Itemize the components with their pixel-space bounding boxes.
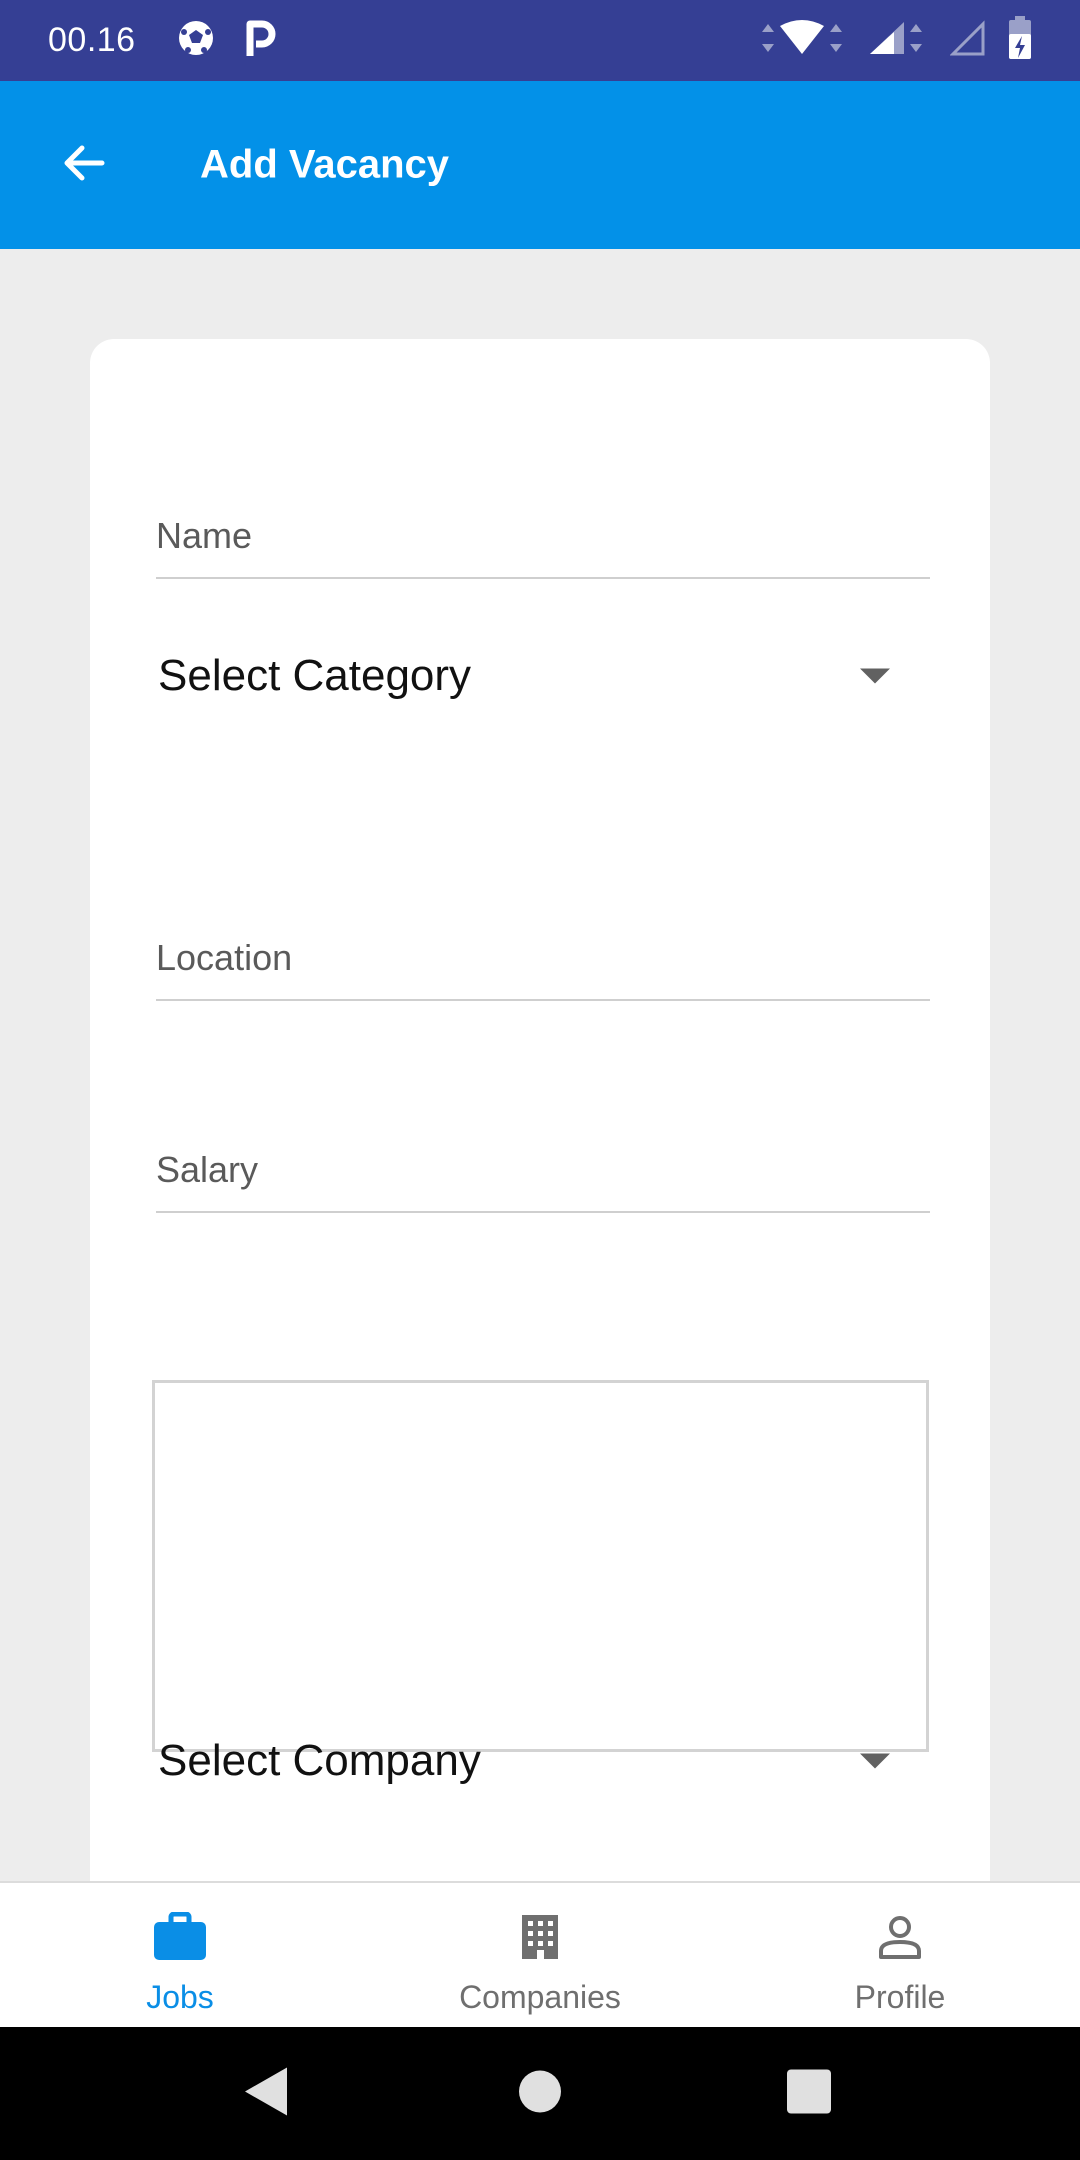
bottom-nav: Jobs Companies Profile [0,1881,1080,2027]
status-time: 00.16 [48,21,136,59]
system-nav-bar [0,2027,1080,2160]
company-dropdown[interactable]: Select Company [158,1716,930,1806]
salary-field[interactable]: Salary [156,1113,930,1213]
system-home-button[interactable] [518,2069,562,2118]
p-app-icon [244,18,278,63]
arrow-back-icon [60,139,108,192]
nav-label-profile: Profile [854,1979,946,2015]
location-placeholder: Location [156,937,293,978]
battery-charging-icon [1008,16,1032,65]
status-left-icons [176,18,278,63]
company-dropdown-label: Select Company [158,1736,481,1785]
briefcase-icon [152,1909,208,1965]
app-bar: Add Vacancy [0,81,1080,249]
chevron-down-icon [860,668,890,684]
status-bar: 00.16 [0,0,1080,81]
chevron-down-icon [860,1753,890,1769]
category-dropdown-label: Select Category [158,651,472,700]
description-textarea[interactable] [152,1380,929,1752]
soccer-ball-icon [176,18,216,63]
nav-item-companies[interactable]: Companies [360,1883,720,2029]
wifi-icon [758,18,846,63]
person-icon [872,1909,928,1965]
status-right-icons [758,16,1032,65]
name-field[interactable]: Name [156,479,930,579]
category-dropdown[interactable]: Select Category [158,631,930,721]
page-title: Add Vacancy [200,142,450,187]
nav-label-jobs: Jobs [146,1979,214,2015]
signal-icon [868,18,928,63]
building-icon [512,1909,568,1965]
system-recents-button[interactable] [786,2068,832,2119]
back-button[interactable] [48,129,120,201]
form-card: Name Select Category Location Salary Sel… [90,339,990,1881]
signal-empty-icon [949,18,986,63]
salary-placeholder: Salary [156,1149,259,1190]
name-placeholder: Name [156,515,253,556]
system-back-button[interactable] [243,2065,289,2122]
location-field[interactable]: Location [156,901,930,1001]
nav-item-profile[interactable]: Profile [720,1883,1080,2029]
content-area: Name Select Category Location Salary Sel… [0,249,1080,1881]
nav-label-companies: Companies [459,1979,621,2015]
nav-item-jobs[interactable]: Jobs [0,1883,360,2029]
